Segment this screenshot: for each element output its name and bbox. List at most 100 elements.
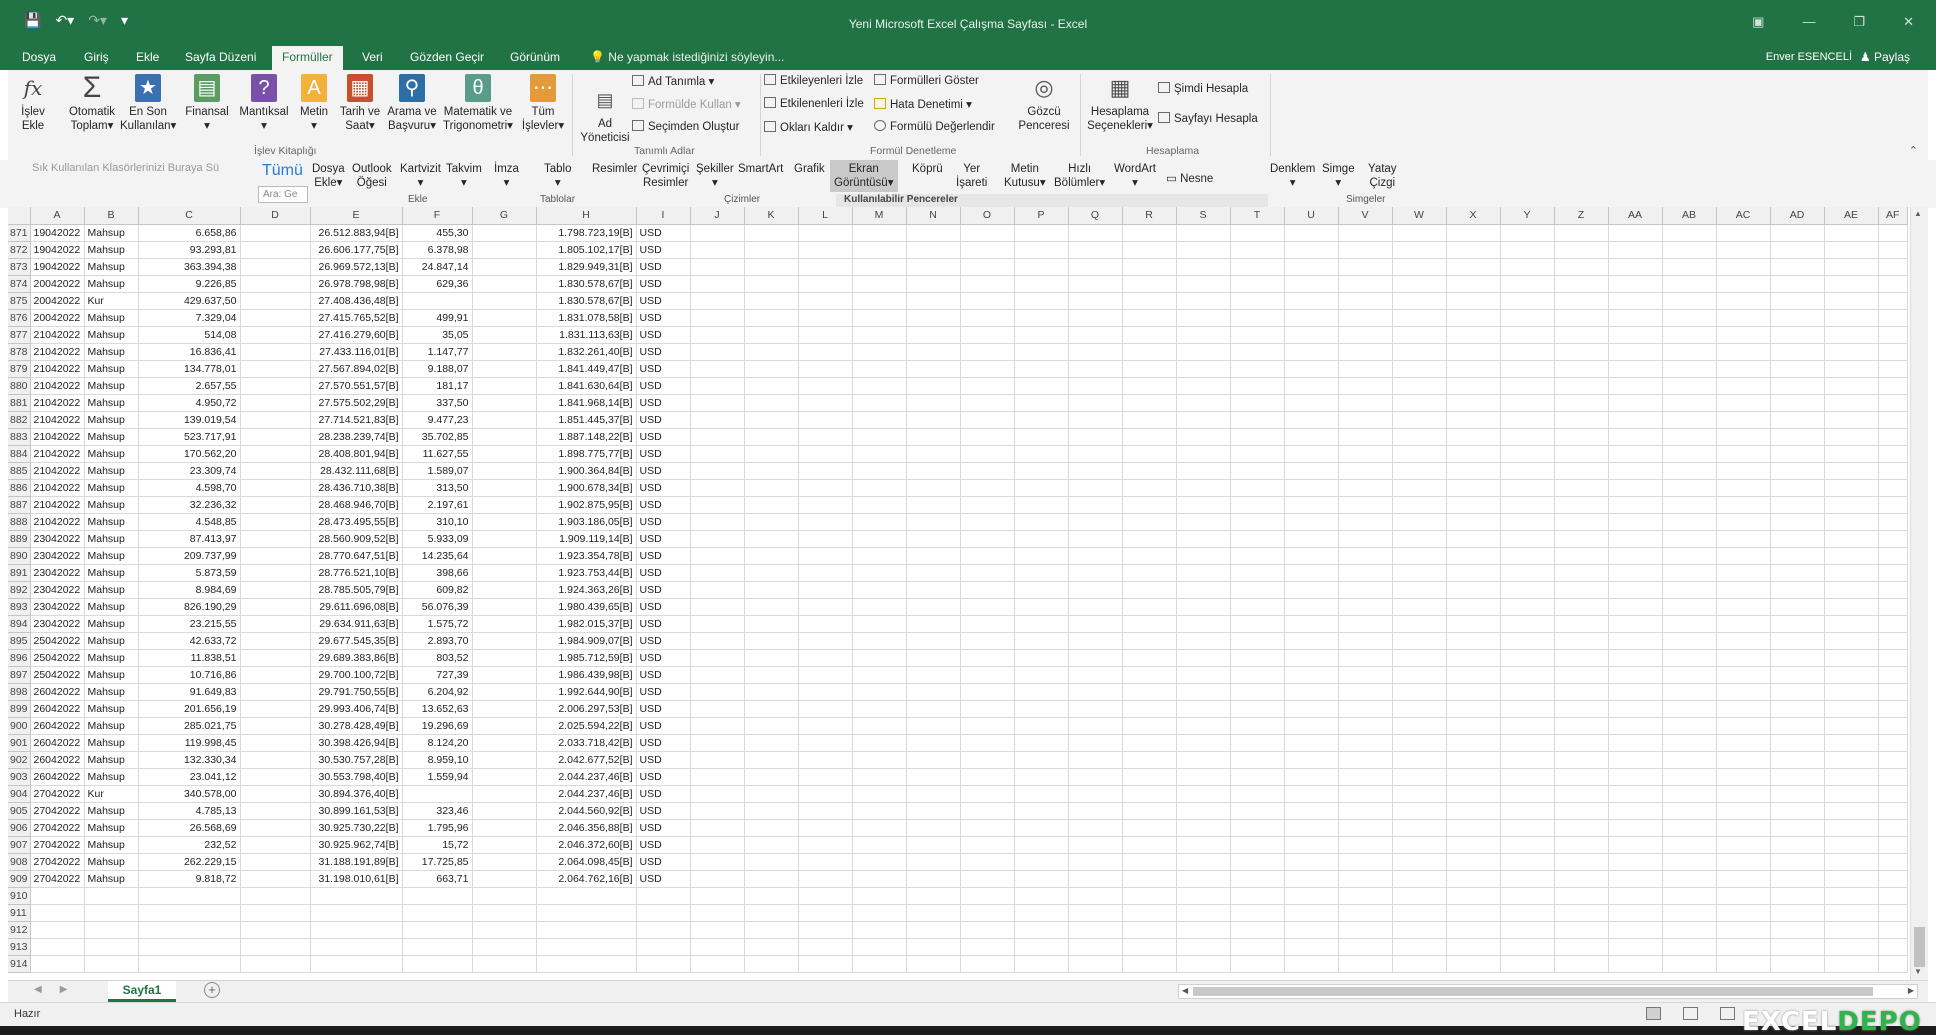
- cell[interactable]: [960, 921, 1015, 939]
- cell[interactable]: [1554, 462, 1609, 480]
- cell[interactable]: 21042022: [30, 377, 85, 395]
- cell[interactable]: USD: [636, 428, 691, 446]
- cell[interactable]: [1500, 445, 1555, 463]
- cell[interactable]: [1176, 394, 1231, 412]
- cell[interactable]: [960, 309, 1015, 327]
- cell[interactable]: [1824, 598, 1879, 616]
- cell[interactable]: [138, 904, 241, 922]
- cell[interactable]: [1662, 428, 1717, 446]
- close-icon[interactable]: ✕: [1903, 14, 1914, 30]
- hyperlink-button[interactable]: Köprü: [912, 162, 943, 176]
- cell[interactable]: [472, 275, 537, 293]
- cell[interactable]: Mahsup: [84, 530, 139, 548]
- cell[interactable]: [1500, 309, 1555, 327]
- cell[interactable]: [1878, 445, 1908, 463]
- cell[interactable]: [1662, 700, 1717, 718]
- cell[interactable]: USD: [636, 241, 691, 259]
- cell[interactable]: [1284, 394, 1339, 412]
- cell[interactable]: USD: [636, 819, 691, 837]
- cell[interactable]: [1014, 751, 1069, 769]
- cell[interactable]: [472, 513, 537, 531]
- cell[interactable]: [1284, 683, 1339, 701]
- cell[interactable]: [852, 632, 907, 650]
- cell[interactable]: [1824, 802, 1879, 820]
- cell[interactable]: [1446, 683, 1501, 701]
- cell[interactable]: [960, 224, 1015, 242]
- cell[interactable]: [1446, 343, 1501, 361]
- cell[interactable]: 23042022: [30, 615, 85, 633]
- cell[interactable]: [798, 326, 853, 344]
- cell[interactable]: [690, 547, 745, 565]
- cell[interactable]: 2.025.594,22[B]: [536, 717, 637, 735]
- cell[interactable]: 21042022: [30, 462, 85, 480]
- cell[interactable]: [1014, 394, 1069, 412]
- cell[interactable]: USD: [636, 496, 691, 514]
- cell[interactable]: [1014, 411, 1069, 429]
- cell[interactable]: 27.433.116,01[B]: [310, 343, 403, 361]
- cell[interactable]: [1770, 853, 1825, 871]
- cell[interactable]: [1014, 887, 1069, 905]
- cell[interactable]: [1662, 496, 1717, 514]
- more-functions-button[interactable]: ⋯ Tüm İşlevler▾: [518, 74, 568, 133]
- quick-parts-button[interactable]: Hızlı Bölümler▾: [1054, 162, 1105, 190]
- cell[interactable]: [960, 598, 1015, 616]
- cell[interactable]: [960, 683, 1015, 701]
- cell[interactable]: [1716, 666, 1771, 684]
- cell[interactable]: 826.190,29: [138, 598, 241, 616]
- cell[interactable]: [798, 428, 853, 446]
- cell[interactable]: [1824, 462, 1879, 480]
- cell[interactable]: [1716, 615, 1771, 633]
- vertical-scroll-thumb[interactable]: [1914, 927, 1925, 967]
- business-card-button[interactable]: Kartvizit ▾: [400, 162, 441, 190]
- cell[interactable]: [1716, 530, 1771, 548]
- cell[interactable]: [798, 785, 853, 803]
- cell[interactable]: [1176, 836, 1231, 854]
- cell[interactable]: [798, 564, 853, 582]
- cell[interactable]: [798, 717, 853, 735]
- cell[interactable]: [1338, 360, 1393, 378]
- row-header[interactable]: 911: [8, 904, 31, 922]
- cell[interactable]: [1230, 411, 1285, 429]
- cell[interactable]: [1338, 955, 1393, 973]
- cell[interactable]: USD: [636, 377, 691, 395]
- cell[interactable]: [690, 768, 745, 786]
- cell[interactable]: 21042022: [30, 496, 85, 514]
- cell[interactable]: [1608, 547, 1663, 565]
- cell[interactable]: [1230, 700, 1285, 718]
- cell[interactable]: [744, 768, 799, 786]
- cell[interactable]: [744, 683, 799, 701]
- cell[interactable]: [1878, 887, 1908, 905]
- cell[interactable]: [1716, 836, 1771, 854]
- cell[interactable]: USD: [636, 853, 691, 871]
- cell[interactable]: 30.530.757,28[B]: [310, 751, 403, 769]
- cell[interactable]: [1338, 921, 1393, 939]
- cell[interactable]: [1068, 853, 1123, 871]
- cell[interactable]: [1176, 615, 1231, 633]
- cell[interactable]: 14.235,64: [402, 547, 473, 565]
- cell[interactable]: [1770, 870, 1825, 888]
- cell[interactable]: [1554, 275, 1609, 293]
- cell[interactable]: [1338, 649, 1393, 667]
- cell[interactable]: [1824, 394, 1879, 412]
- cell[interactable]: [1122, 326, 1177, 344]
- cell[interactable]: [1716, 224, 1771, 242]
- cell[interactable]: [240, 887, 311, 905]
- online-pictures-button[interactable]: Çevrimiçi Resimler: [642, 162, 689, 190]
- cell[interactable]: [1122, 258, 1177, 276]
- cell[interactable]: [1500, 870, 1555, 888]
- cell[interactable]: [852, 734, 907, 752]
- cell[interactable]: [906, 513, 961, 531]
- cell[interactable]: [1068, 836, 1123, 854]
- cell[interactable]: [744, 496, 799, 514]
- cell[interactable]: [138, 938, 241, 956]
- cell[interactable]: [1122, 309, 1177, 327]
- cell[interactable]: [1014, 615, 1069, 633]
- cell[interactable]: [1230, 326, 1285, 344]
- cell[interactable]: [744, 785, 799, 803]
- cell[interactable]: [240, 955, 311, 973]
- cell[interactable]: [1446, 819, 1501, 837]
- cell[interactable]: [1608, 224, 1663, 242]
- cell[interactable]: [744, 581, 799, 599]
- cell[interactable]: [536, 955, 637, 973]
- cell[interactable]: [1176, 547, 1231, 565]
